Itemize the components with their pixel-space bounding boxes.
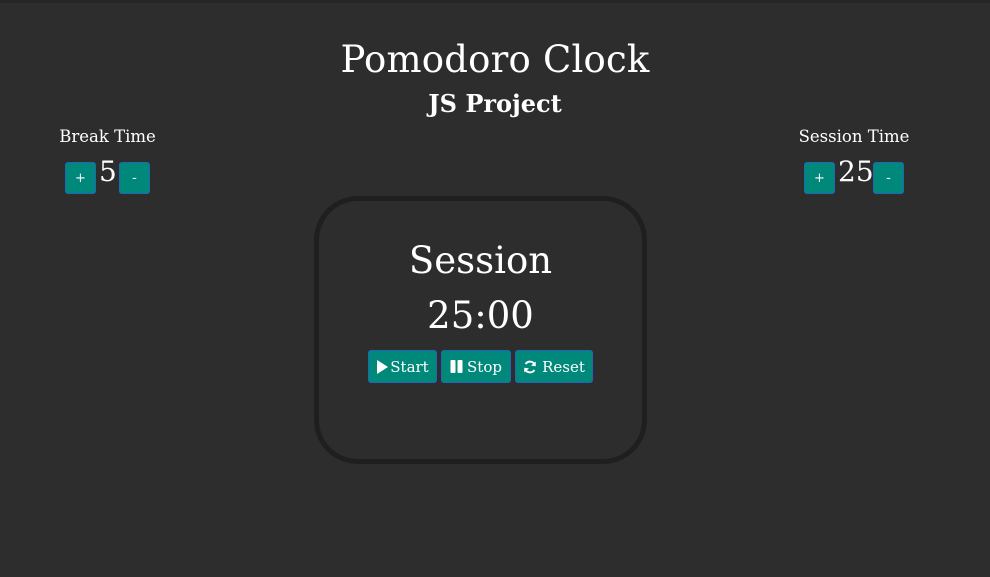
reset-button[interactable]: Reset [515,350,593,383]
page-subtitle: JS Project [428,89,562,118]
reset-button-label: Reset [542,357,585,376]
timer-display: 25:00 [427,294,534,337]
session-increment-button[interactable]: + [804,162,835,194]
session-time-value: 25 [838,155,874,188]
stop-button[interactable]: Stop [441,350,511,383]
break-decrement-button[interactable]: - [119,162,150,194]
break-time-label: Break Time [59,127,156,146]
session-decrement-button[interactable]: - [873,162,904,194]
break-increment-button[interactable]: + [65,162,96,194]
break-time-value: 5 [99,155,117,188]
page-title: Pomodoro Clock [340,38,650,81]
start-button[interactable]: Start [368,350,437,383]
pause-icon [450,360,463,373]
refresh-icon [523,360,537,374]
stop-button-label: Stop [467,357,502,376]
clock-mode-label: Session [408,239,553,282]
start-button-label: Start [390,357,429,376]
top-border [0,0,990,3]
play-icon [376,359,389,374]
session-time-label: Session Time [798,127,910,146]
